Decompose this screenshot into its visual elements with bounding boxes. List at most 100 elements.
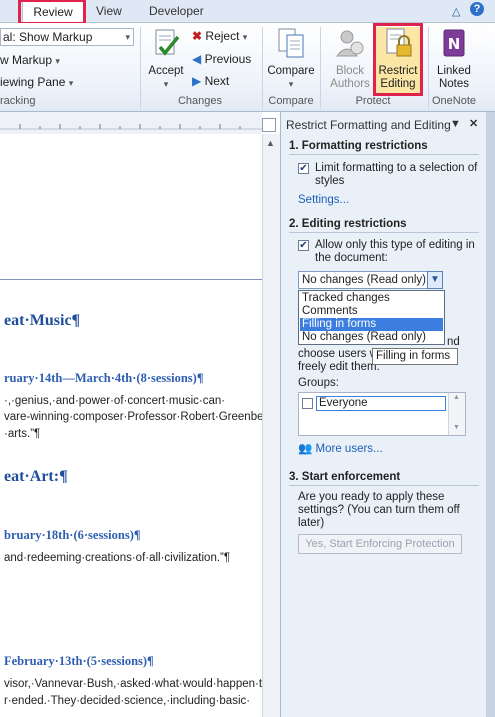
more-users-link[interactable]: 👥 More users... xyxy=(298,441,383,455)
groups-label: Groups: xyxy=(298,377,339,389)
previous-button[interactable]: ◀ Previous xyxy=(192,52,251,66)
document-page[interactable]: eat·Music¶ ruary·14th—March·4th·(8·sessi… xyxy=(0,134,262,717)
settings-link[interactable]: Settings... xyxy=(298,194,349,206)
tab-view[interactable]: View xyxy=(96,4,122,18)
section-divider xyxy=(289,232,479,233)
help-icon[interactable]: ? xyxy=(470,2,484,16)
groups-list-scrollbar[interactable]: ▲ ▼ xyxy=(448,393,465,435)
window-edge xyxy=(486,112,495,717)
doc-heading-art: eat·Art:¶ xyxy=(4,468,68,485)
block-authors-label-2: Authors xyxy=(330,78,370,90)
accept-label: Accept xyxy=(148,65,184,77)
more-users-label: More users... xyxy=(315,443,383,455)
reviewing-pane-button[interactable]: iewing Pane ▾ xyxy=(0,75,73,89)
enforce-text-line: settings? (You can turn them off xyxy=(298,504,460,516)
section-divider xyxy=(289,485,479,486)
onenote-group-label: OneNote xyxy=(431,95,477,107)
group-separator xyxy=(140,27,141,109)
block-authors-button[interactable]: Block Authors xyxy=(325,27,375,91)
accept-button[interactable]: Accept ▾ xyxy=(145,27,187,91)
next-button[interactable]: ▶ Next xyxy=(192,74,229,88)
section-formatting-restrictions-title: 1. Formatting restrictions xyxy=(289,140,428,152)
scroll-up-icon[interactable]: ▲ xyxy=(453,394,460,401)
option-tooltip: Filling in forms xyxy=(372,348,458,365)
chevron-down-icon: ▾ xyxy=(288,79,294,89)
accept-icon xyxy=(155,29,180,56)
pane-close-icon[interactable]: ✕ xyxy=(469,118,478,130)
editing-type-select[interactable]: No changes (Read only) xyxy=(298,271,443,289)
compare-button[interactable]: Compare ▾ xyxy=(265,27,317,91)
linked-notes-button[interactable]: N Linked Notes xyxy=(432,27,476,91)
section-start-enforcement-title: 3. Start enforcement xyxy=(289,471,401,483)
editing-type-dropdown-list: Tracked changes Comments Filling in form… xyxy=(298,290,445,345)
protect-group-label: Protect xyxy=(355,95,391,107)
limit-formatting-checkbox[interactable]: ✔ xyxy=(298,163,309,174)
reject-label: Reject xyxy=(205,29,240,43)
doc-body-line: ·arts.”¶ xyxy=(4,428,41,440)
reviewing-pane-label: iewing Pane xyxy=(0,75,66,89)
chevron-down-icon: ▾ xyxy=(68,78,74,88)
ruler-ticks xyxy=(0,124,262,130)
previous-label: Previous xyxy=(204,52,252,66)
compare-documents-icon xyxy=(278,28,304,58)
option-filling-in-forms[interactable]: Filling in forms xyxy=(300,318,443,331)
view-ruler-toggle[interactable] xyxy=(262,118,276,132)
chevron-down-icon: ▾ xyxy=(163,79,169,89)
section-editing-restrictions-title: 2. Editing restrictions xyxy=(289,218,407,230)
exceptions-text-fragment: freely edit them. xyxy=(298,361,380,373)
section-divider xyxy=(289,154,479,155)
previous-icon: ◀ xyxy=(192,52,202,66)
block-authors-label-1: Block xyxy=(335,65,365,77)
onenote-icon: N xyxy=(443,29,465,57)
reject-button[interactable]: ✖ Reject ▾ xyxy=(192,29,247,43)
scroll-down-icon[interactable]: ▼ xyxy=(453,424,460,431)
allow-editing-type-checkbox[interactable]: ✔ xyxy=(298,240,309,251)
compare-label: Compare xyxy=(267,65,315,77)
show-markup-button[interactable]: w Markup ▾ xyxy=(0,53,60,67)
chevron-down-icon: ▾ xyxy=(242,32,248,42)
chevron-down-icon[interactable]: ▼ xyxy=(427,271,443,289)
chevron-down-icon: ▾ xyxy=(55,56,60,66)
limit-formatting-label-1: Limit formatting to a selection of xyxy=(315,162,478,174)
editing-type-value: No changes (Read only) xyxy=(302,274,427,286)
option-no-changes[interactable]: No changes (Read only) xyxy=(300,331,443,344)
group-separator xyxy=(262,27,263,109)
enforce-text-line: Are you ready to apply these xyxy=(298,491,445,503)
compare-group-label: Compare xyxy=(268,95,314,107)
doc-body-line: r·ended.·They·decided·science,·including… xyxy=(4,695,251,707)
option-tracked-changes[interactable]: Tracked changes xyxy=(300,292,443,305)
allow-editing-label-2: the document: xyxy=(315,252,388,264)
tab-developer[interactable]: Developer xyxy=(149,4,204,18)
chevron-down-icon: ▾ xyxy=(125,32,130,42)
minimize-ribbon-icon[interactable]: △ xyxy=(452,5,460,18)
everyone-checkbox[interactable] xyxy=(302,398,313,409)
header-divider-line xyxy=(0,279,262,280)
pane-controls[interactable]: ▼ ✕ xyxy=(450,117,478,130)
group-separator xyxy=(320,27,321,109)
doc-subheading-dates-1: ruary·14th—March·4th·(8·sessions)¶ xyxy=(4,371,204,385)
doc-body-line: ·,·genius,·and·power·of·concert·music·ca… xyxy=(4,395,226,407)
limit-formatting-label-2: styles xyxy=(315,175,345,187)
everyone-name-field[interactable]: Everyone xyxy=(316,396,446,411)
linked-notes-label-1: Linked xyxy=(437,65,471,77)
reject-icon: ✖ xyxy=(192,29,203,43)
restrict-editing-highlight xyxy=(373,23,423,96)
tracking-group-label: racking xyxy=(0,95,36,107)
users-icon: 👥 xyxy=(298,443,313,455)
horizontal-ruler[interactable] xyxy=(0,112,262,135)
doc-subheading-dates-3: February·13th·(5·sessions)¶ xyxy=(4,654,154,668)
svg-text:N: N xyxy=(448,35,461,53)
option-comments[interactable]: Comments xyxy=(300,305,443,318)
display-for-review-combo[interactable]: al: Show Markup ▾ xyxy=(0,28,134,46)
pane-title: Restrict Formatting and Editing xyxy=(286,118,451,132)
scroll-up-icon[interactable]: ▲ xyxy=(266,138,275,148)
doc-body-line: vare-winning·composer·Professor·Robert·G… xyxy=(4,411,262,423)
start-enforcing-protection-button[interactable]: Yes, Start Enforcing Protection xyxy=(298,534,462,554)
vertical-scrollbar[interactable]: ▲ xyxy=(262,134,280,717)
doc-body-line: and·redeeming·creations·of·all·civilizat… xyxy=(4,552,231,564)
pane-menu-chevron-icon[interactable]: ▼ xyxy=(450,118,461,130)
combo-value: al: Show Markup xyxy=(3,30,93,44)
changes-group-label: Changes xyxy=(177,95,223,107)
doc-body-line: visor,·Vannevar·Bush,·asked·what·would·h… xyxy=(4,678,262,690)
enforce-text-line: later) xyxy=(298,517,325,529)
